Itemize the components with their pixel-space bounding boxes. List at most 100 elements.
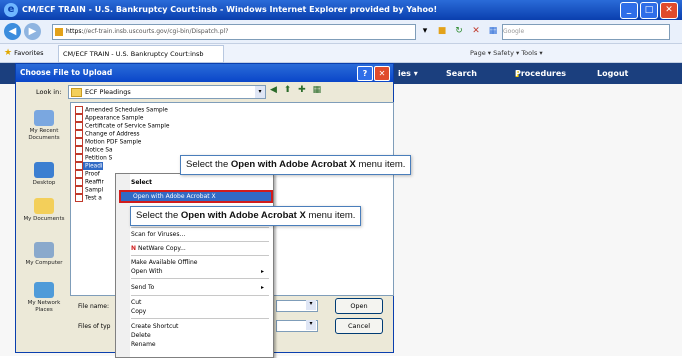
pdf-file-icon [75, 146, 83, 154]
refresh-icon[interactable]: ↻ [452, 24, 466, 38]
menu-item-netware-copy-label: NetWare Copy... [138, 245, 186, 252]
place-my-documents[interactable]: My Documents [20, 198, 68, 223]
cancel-button[interactable]: Cancel [335, 318, 383, 334]
favorites-button[interactable]: ★ Favorites [4, 44, 44, 62]
window-title: CM/ECF TRAIN - U.S. Bankruptcy Court:ins… [22, 5, 438, 14]
submenu-arrow-icon: ▸ [261, 284, 265, 291]
pdf-file-icon [75, 122, 83, 130]
place-recent[interactable]: My Recent Documents [20, 110, 68, 142]
menu-item-delete[interactable]: Delete [131, 331, 151, 340]
menu-item-open-with-acrobat-label: Open with Adobe Acrobat X [133, 193, 216, 200]
help-button[interactable]: ? [357, 66, 373, 81]
window-titlebar: e CM/ECF TRAIN - U.S. Bankruptcy Court:i… [0, 0, 682, 20]
file-item-label: Proof [85, 171, 100, 178]
file-item-label: Motion PDF Sample [85, 139, 142, 146]
file-item[interactable]: Change of Address [75, 130, 140, 138]
browser-tab[interactable]: CM/ECF TRAIN - U.S. Bankruptcy Court:ins… [58, 45, 224, 63]
nav-utilities[interactable]: ies ▾ [398, 63, 418, 84]
tab-label: CM/ECF TRAIN - U.S. Bankruptcy Court:ins… [63, 50, 204, 58]
look-in-value: ECF Pleadings [85, 88, 131, 96]
close-button[interactable]: ✕ [660, 2, 678, 19]
places-bar: My Recent Documents Desktop My Documents… [20, 102, 68, 322]
menu-item-open-with[interactable]: Open With ▸ [131, 267, 264, 276]
dropdown-icon[interactable]: ▾ [418, 24, 432, 38]
favorites-bar: ★ Favorites CM/ECF TRAIN - U.S. Bankrupt… [0, 44, 682, 63]
file-item[interactable]: Test a [75, 194, 102, 202]
look-in-select[interactable]: ECF Pleadings ▾ [68, 85, 266, 99]
dialog-close-button[interactable]: ✕ [374, 66, 390, 81]
file-item-label: Certificate of Service Sample [85, 123, 170, 130]
pdf-file-icon [75, 186, 83, 194]
my-computer-icon [34, 242, 54, 258]
dialog-title: Choose File to Upload [20, 68, 113, 77]
command-bar-label: Page ▾ Safety ▾ Tools ▾ [470, 49, 543, 57]
menu-item-copy[interactable]: Copy [131, 307, 146, 316]
chevron-down-icon[interactable]: ▾ [255, 86, 265, 98]
callout-text-pre: Select the [136, 210, 181, 221]
file-item-label: Reaffir [85, 179, 104, 186]
open-button[interactable]: Open [335, 298, 383, 314]
recent-documents-icon [34, 110, 54, 126]
url-scheme: https: [66, 28, 84, 35]
place-my-computer[interactable]: My Computer [20, 242, 68, 267]
my-documents-icon [34, 198, 54, 214]
file-item[interactable]: Amended Schedules Sample [75, 106, 168, 114]
desktop-icon [34, 162, 54, 178]
chevron-down-icon[interactable]: ▾ [306, 320, 316, 330]
menu-item-create-shortcut[interactable]: Create Shortcut [131, 322, 178, 331]
nav-search[interactable]: Search [446, 63, 477, 84]
forward-button[interactable]: ▶ [24, 23, 41, 40]
menu-item-rename[interactable]: Rename [131, 340, 156, 349]
window-controls: _ □ ✕ [620, 2, 678, 19]
look-in-label: Look in: [36, 88, 62, 96]
chevron-down-icon[interactable]: ▾ [306, 300, 316, 310]
callout-text-bold: Open with Adobe Acrobat X [230, 159, 356, 170]
minimize-button[interactable]: _ [620, 2, 638, 19]
place-my-computer-label: My Computer [25, 260, 63, 266]
address-icons: ▾ ■ ↻ ✕ ▦ [418, 24, 500, 38]
file-item-label: Test a [85, 195, 102, 202]
command-bar[interactable]: Page ▾ Safety ▾ Tools ▾ [470, 44, 543, 62]
maximize-button[interactable]: □ [640, 2, 658, 19]
menu-item-netware-copy[interactable]: N NetWare Copy... [131, 244, 186, 253]
menu-item-cut[interactable]: Cut [131, 298, 141, 307]
menu-item-make-offline[interactable]: Make Available Offline [131, 258, 197, 267]
dialog-toolbar[interactable]: ◀ ⬆ ✚ ▦ [270, 85, 323, 95]
pdf-file-icon [75, 114, 83, 122]
instruction-callout-alt: Select the Open with Adobe Acrobat X men… [130, 206, 362, 226]
file-item[interactable]: Sampl [75, 186, 103, 194]
place-network[interactable]: My Network Places [20, 282, 68, 314]
back-button[interactable]: ◀ [4, 23, 21, 40]
search-engine-icon[interactable]: ▦ [486, 24, 500, 38]
menu-item-open-with-acrobat[interactable]: Open with Adobe Acrobat X [119, 190, 273, 203]
menu-separator [131, 255, 269, 256]
lock-icon[interactable]: ■ [435, 24, 449, 38]
menu-item-select[interactable]: Select [131, 178, 152, 187]
nav-logout[interactable]: Logout [597, 63, 628, 84]
file-item[interactable]: Reaffir [75, 178, 104, 186]
page-icon [55, 27, 63, 36]
file-item[interactable]: Petition S [75, 154, 112, 162]
place-my-documents-label: My Documents [23, 216, 65, 222]
instruction-callout: Select the Open with Adobe Acrobat X men… [180, 155, 412, 175]
place-recent-label: My Recent Documents [28, 128, 60, 141]
menu-item-send-to[interactable]: Send To ▸ [131, 283, 264, 292]
file-item[interactable]: Proof [75, 170, 100, 178]
menu-item-scan[interactable]: Scan for Viruses... [131, 230, 185, 239]
pdf-file-icon [75, 170, 83, 178]
place-desktop[interactable]: Desktop [20, 162, 68, 187]
search-placeholder: Google [503, 28, 525, 35]
place-desktop-label: Desktop [32, 180, 56, 186]
stop-icon[interactable]: ✕ [469, 24, 483, 38]
file-item[interactable]: Notice Sa [75, 146, 113, 154]
search-input[interactable]: Google [502, 24, 670, 40]
folder-icon [71, 87, 82, 97]
url-field[interactable]: https://ecf-train.insb.uscourts.gov/cgi-… [52, 24, 416, 40]
pdf-file-icon [75, 162, 83, 170]
file-item[interactable]: Motion PDF Sample [75, 138, 141, 146]
files-of-type-label: Files of typ [78, 323, 111, 330]
callout-text-post: menu item. [305, 210, 356, 221]
file-item-selected[interactable]: Pleadi [75, 162, 103, 170]
file-item[interactable]: Certificate of Service Sample [75, 122, 169, 130]
file-item[interactable]: Appearance Sample [75, 114, 143, 122]
